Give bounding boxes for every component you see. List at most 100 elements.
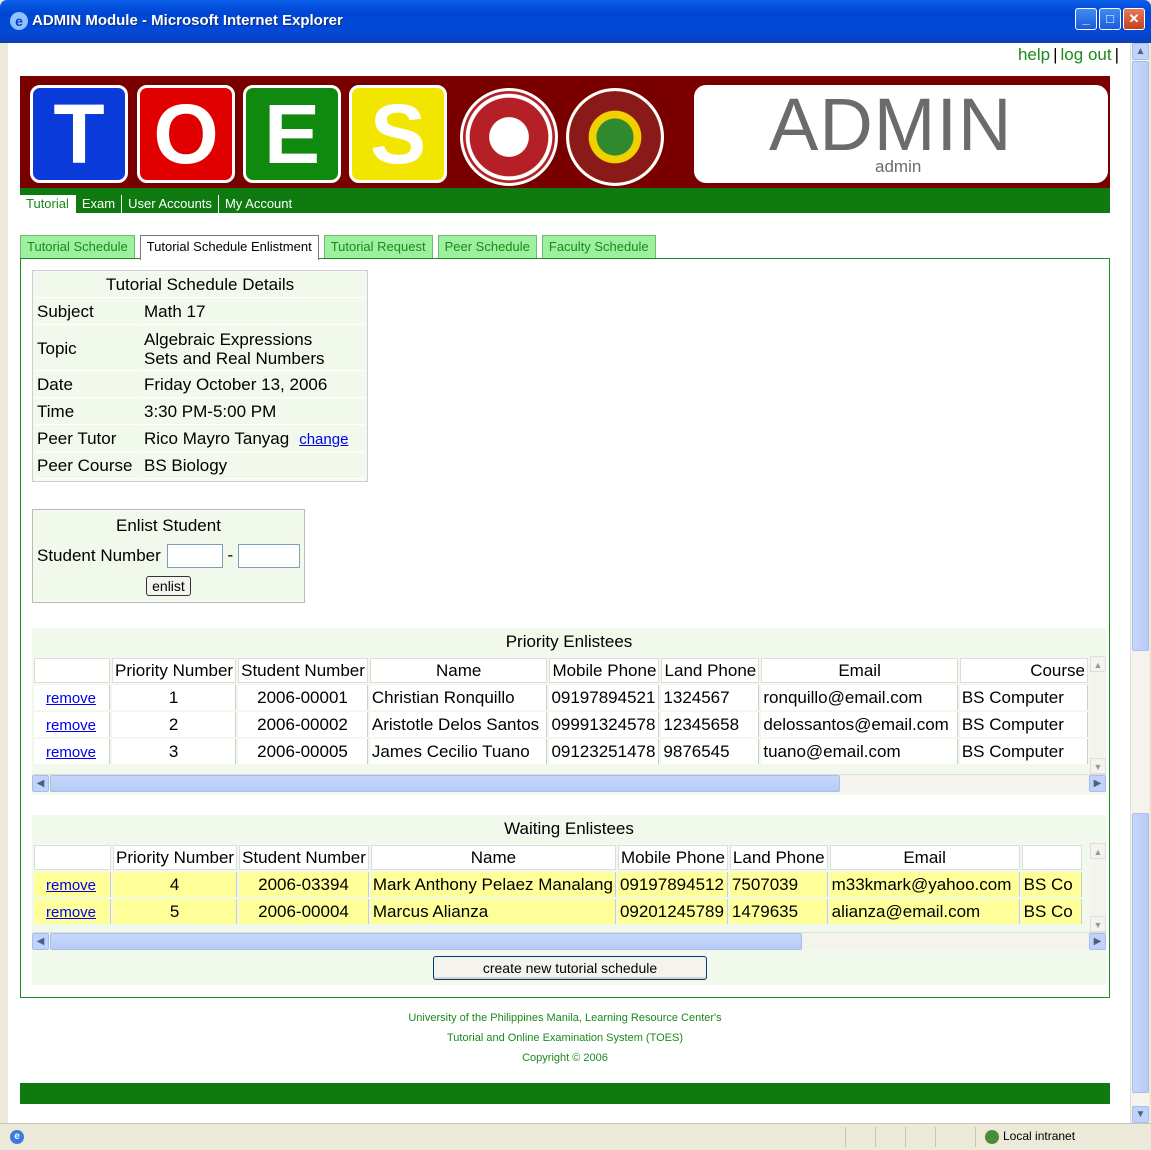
student-name: Aristotle Delos Santos bbox=[369, 712, 548, 737]
status-bar: e Local intranet bbox=[0, 1123, 1151, 1150]
create-tutorial-schedule-button[interactable]: create new tutorial schedule bbox=[433, 956, 707, 980]
priority-grid-viewport: Priority Number Student Number Name Mobi… bbox=[32, 656, 1090, 774]
priority-table: Priority Number Student Number Name Mobi… bbox=[32, 656, 1090, 766]
nav-exam[interactable]: Exam bbox=[76, 195, 123, 213]
scroll-up-icon[interactable]: ▲ bbox=[1132, 43, 1149, 60]
minimize-button[interactable]: _ bbox=[1075, 8, 1097, 30]
logout-link[interactable]: log out bbox=[1061, 45, 1112, 64]
priority-vertical-scrollbar[interactable]: ▲ ▼ bbox=[1090, 656, 1106, 774]
col-land-phone: Land Phone bbox=[661, 658, 760, 683]
student-number-fields: - bbox=[164, 542, 302, 570]
email: tuano@email.com bbox=[761, 739, 958, 764]
tab-peer-schedule[interactable]: Peer Schedule bbox=[437, 235, 537, 259]
student-number: 2006-00004 bbox=[239, 899, 369, 924]
page-viewport: help | log out | T O E S ADMIN admin Tutori… bbox=[8, 43, 1130, 1123]
col-action bbox=[34, 658, 111, 683]
details-heading: Tutorial Schedule Details bbox=[35, 273, 365, 298]
waiting-horizontal-scrollbar[interactable]: ◀ ▶ bbox=[32, 932, 1106, 950]
scroll-down-icon[interactable]: ▼ bbox=[1090, 758, 1106, 774]
logo-letter-e: E bbox=[243, 85, 341, 183]
scroll-right-icon[interactable]: ▶ bbox=[1089, 775, 1106, 792]
scroll-up-icon[interactable]: ▲ bbox=[1090, 843, 1106, 859]
intranet-globe-icon bbox=[985, 1129, 999, 1144]
page-status-icon: e bbox=[10, 1130, 24, 1144]
nav-tutorial[interactable]: Tutorial bbox=[20, 195, 76, 213]
land-phone: 1324567 bbox=[661, 685, 760, 710]
admin-username: admin bbox=[875, 157, 922, 176]
scroll-thumb[interactable] bbox=[1132, 61, 1149, 651]
col-student-number: Student Number bbox=[239, 845, 369, 870]
remove-link[interactable]: remove bbox=[46, 877, 96, 894]
scroll-down-icon[interactable]: ▼ bbox=[1090, 916, 1106, 932]
student-number: 2006-00002 bbox=[238, 712, 368, 737]
scroll-up-icon[interactable]: ▲ bbox=[1090, 656, 1106, 672]
tab-tutorial-schedule-enlistment[interactable]: Tutorial Schedule Enlistment bbox=[139, 235, 319, 260]
student-name: Mark Anthony Pelaez Manalang bbox=[370, 872, 616, 897]
logo-letter-s: S bbox=[349, 85, 447, 183]
help-link[interactable]: help bbox=[1018, 45, 1050, 64]
status-divider bbox=[875, 1127, 876, 1147]
topic-label: Topic bbox=[35, 327, 140, 371]
logo-letter-o: O bbox=[137, 85, 235, 183]
priority-number: 4 bbox=[113, 872, 238, 897]
tab-tutorial-schedule[interactable]: Tutorial Schedule bbox=[20, 235, 135, 259]
table-row: remove 4 2006-03394 Mark Anthony Pelaez … bbox=[34, 872, 1082, 897]
mobile-phone: 09123251478 bbox=[549, 739, 660, 764]
col-priority-number: Priority Number bbox=[112, 658, 237, 683]
priority-number: 5 bbox=[113, 899, 238, 924]
page-vertical-scrollbar[interactable]: ▲ ▼ bbox=[1130, 43, 1149, 1123]
scroll-thumb[interactable] bbox=[50, 933, 802, 950]
close-button[interactable]: ✕ bbox=[1123, 8, 1145, 30]
up-manila-seal-icon bbox=[566, 88, 664, 186]
scroll-thumb-lower[interactable] bbox=[1132, 813, 1149, 1093]
time-label: Time bbox=[35, 400, 140, 425]
scroll-left-icon[interactable]: ◀ bbox=[32, 775, 49, 792]
nav-my-account[interactable]: My Account bbox=[219, 195, 298, 213]
window-title: ADMIN Module - Microsoft Internet Explor… bbox=[32, 12, 343, 29]
main-nav: Tutorial Exam User Accounts My Account bbox=[20, 195, 298, 213]
peer-course-value: BS Biology bbox=[142, 454, 365, 479]
status-divider bbox=[845, 1127, 846, 1147]
waiting-table: Priority Number Student Number Name Mobi… bbox=[32, 843, 1084, 926]
scroll-right-icon[interactable]: ▶ bbox=[1089, 933, 1106, 950]
col-email: Email bbox=[761, 658, 958, 683]
email: ronquillo@email.com bbox=[761, 685, 958, 710]
mobile-phone: 09197894512 bbox=[617, 872, 728, 897]
mobile-phone: 09197894521 bbox=[549, 685, 660, 710]
scroll-thumb[interactable] bbox=[50, 775, 840, 792]
schedule-details-table: Tutorial Schedule Details Subject Math 17… bbox=[32, 270, 368, 482]
col-mobile-phone: Mobile Phone bbox=[617, 845, 728, 870]
scroll-left-icon[interactable]: ◀ bbox=[32, 933, 49, 950]
nav-user-accounts[interactable]: User Accounts bbox=[122, 195, 219, 213]
footer-bar bbox=[20, 1083, 1110, 1104]
mobile-phone: 09201245789 bbox=[617, 899, 728, 924]
student-number-year-input[interactable] bbox=[166, 544, 223, 568]
priority-horizontal-scrollbar[interactable]: ◀ ▶ bbox=[32, 774, 1106, 792]
logo-letter-t: T bbox=[30, 85, 128, 183]
remove-link[interactable]: remove bbox=[46, 717, 96, 734]
tab-panel: Tutorial Schedule Details Subject Math 17… bbox=[20, 258, 1110, 998]
email: delossantos@email.com bbox=[761, 712, 958, 737]
footer-line-1: University of the Philippines Manila, Le… bbox=[408, 1012, 722, 1024]
peer-tutor-name: Rico Mayro Tanyag bbox=[144, 429, 290, 448]
peer-course-label: Peer Course bbox=[35, 454, 140, 479]
header-banner: T O E S ADMIN admin bbox=[20, 76, 1110, 188]
course: BS Co bbox=[1021, 899, 1082, 924]
status-divider bbox=[935, 1127, 936, 1147]
enlist-button[interactable]: enlist bbox=[146, 576, 191, 596]
tab-faculty-schedule[interactable]: Faculty Schedule bbox=[541, 235, 656, 259]
remove-link[interactable]: remove bbox=[46, 690, 96, 707]
course: BS Computer bbox=[959, 685, 1088, 710]
col-course bbox=[1021, 845, 1082, 870]
scroll-down-icon[interactable]: ▼ bbox=[1132, 1106, 1149, 1123]
admin-box: ADMIN admin bbox=[694, 83, 1108, 183]
tab-tutorial-request[interactable]: Tutorial Request bbox=[323, 235, 433, 259]
student-name: James Cecilio Tuano bbox=[369, 739, 548, 764]
waiting-vertical-scrollbar[interactable]: ▲ ▼ bbox=[1090, 843, 1106, 932]
remove-link[interactable]: remove bbox=[46, 904, 96, 921]
change-tutor-link[interactable]: change bbox=[299, 431, 348, 448]
priority-enlistees-section: Priority Enlistees Priority Number Stude… bbox=[32, 628, 1106, 795]
maximize-button[interactable]: □ bbox=[1099, 8, 1121, 30]
remove-link[interactable]: remove bbox=[46, 744, 96, 761]
student-number-id-input[interactable] bbox=[237, 544, 300, 568]
